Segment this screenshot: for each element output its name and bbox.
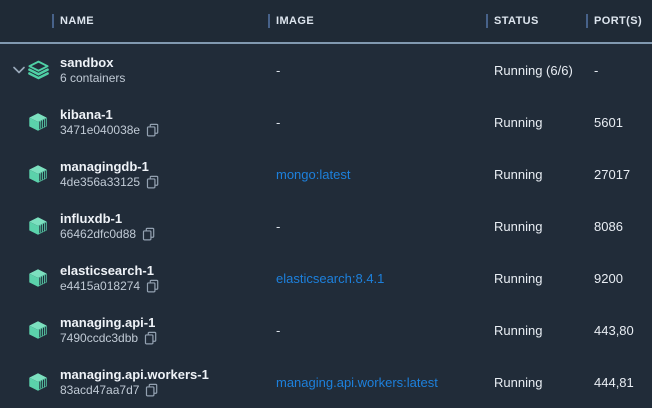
column-header-status[interactable]: STATUS bbox=[486, 14, 586, 28]
container-icon bbox=[27, 371, 49, 393]
image-link[interactable]: elasticsearch:8.4.1 bbox=[268, 271, 486, 286]
table-row[interactable]: kibana-1 3471e040038e - Running 5601 bbox=[0, 96, 652, 148]
container-id: 3471e040038e bbox=[60, 123, 140, 138]
container-icon bbox=[27, 215, 49, 237]
status-cell: Running (6/6) bbox=[486, 63, 586, 78]
ports-cell: 5601 bbox=[586, 115, 652, 130]
status-cell: Running bbox=[486, 115, 586, 130]
status-cell: Running bbox=[486, 375, 586, 390]
name-cell: kibana-1 3471e040038e bbox=[52, 107, 268, 138]
table-row[interactable]: managingdb-1 4de356a33125 mongo:latest R… bbox=[0, 148, 652, 200]
column-divider bbox=[52, 14, 54, 28]
image-link[interactable]: managing.api.workers:latest bbox=[268, 375, 486, 390]
copy-icon[interactable] bbox=[144, 331, 157, 345]
ports-cell: 8086 bbox=[586, 219, 652, 234]
row-gutter bbox=[0, 163, 52, 185]
row-gutter bbox=[0, 215, 52, 237]
column-header-name[interactable]: NAME bbox=[52, 14, 268, 28]
ports-cell: 9200 bbox=[586, 271, 652, 286]
image-cell: - bbox=[268, 115, 486, 130]
table-row[interactable]: influxdb-1 66462dfc0d88 - Running 8086 bbox=[0, 200, 652, 252]
column-header-label: STATUS bbox=[494, 15, 539, 27]
stack-icon bbox=[27, 60, 50, 81]
ports-cell: 443,80 bbox=[586, 323, 652, 338]
status-cell: Running bbox=[486, 323, 586, 338]
container-icon bbox=[27, 163, 49, 185]
container-count: 6 containers bbox=[60, 71, 268, 86]
container-id: 7490ccdc3dbb bbox=[60, 331, 138, 346]
column-header-ports[interactable]: PORT(S) bbox=[586, 14, 652, 28]
containers-table: NAME IMAGE STATUS PORT(S) bbox=[0, 0, 652, 408]
container-name[interactable]: sandbox bbox=[60, 55, 268, 70]
container-icon bbox=[27, 267, 49, 289]
copy-icon[interactable] bbox=[146, 279, 159, 293]
container-name[interactable]: managingdb-1 bbox=[60, 159, 268, 174]
status-cell: Running bbox=[486, 271, 586, 286]
row-gutter bbox=[0, 267, 52, 289]
row-gutter bbox=[0, 319, 52, 341]
table-row[interactable]: managing.api.workers-1 83acd47aa7d7 mana… bbox=[0, 356, 652, 408]
container-name[interactable]: managing.api-1 bbox=[60, 315, 268, 330]
chevron-down-icon[interactable] bbox=[13, 66, 25, 74]
row-gutter bbox=[0, 60, 52, 81]
image-link[interactable]: mongo:latest bbox=[268, 167, 486, 182]
row-gutter bbox=[0, 111, 52, 133]
column-divider bbox=[486, 14, 488, 28]
name-cell: sandbox 6 containers bbox=[52, 55, 268, 86]
column-divider bbox=[586, 14, 588, 28]
ports-cell: 444,81 bbox=[586, 375, 652, 390]
name-cell: elasticsearch-1 e4415a018274 bbox=[52, 263, 268, 294]
name-cell: managing.api.workers-1 83acd47aa7d7 bbox=[52, 367, 268, 398]
copy-icon[interactable] bbox=[146, 175, 159, 189]
column-header-label: IMAGE bbox=[276, 15, 314, 27]
name-cell: influxdb-1 66462dfc0d88 bbox=[52, 211, 268, 242]
container-icon bbox=[27, 319, 49, 341]
copy-icon[interactable] bbox=[142, 227, 155, 241]
ports-cell: 27017 bbox=[586, 167, 652, 182]
image-cell: - bbox=[268, 219, 486, 234]
name-cell: managing.api-1 7490ccdc3dbb bbox=[52, 315, 268, 346]
column-header-image[interactable]: IMAGE bbox=[268, 14, 486, 28]
column-header-label: PORT(S) bbox=[594, 15, 642, 27]
table-row[interactable]: managing.api-1 7490ccdc3dbb - Running 44… bbox=[0, 304, 652, 356]
container-name[interactable]: influxdb-1 bbox=[60, 211, 268, 226]
column-divider bbox=[268, 14, 270, 28]
container-id: 66462dfc0d88 bbox=[60, 227, 136, 242]
image-cell: - bbox=[268, 63, 486, 78]
name-cell: managingdb-1 4de356a33125 bbox=[52, 159, 268, 190]
image-cell: - bbox=[268, 323, 486, 338]
copy-icon[interactable] bbox=[146, 123, 159, 137]
container-icon bbox=[27, 111, 49, 133]
row-gutter bbox=[0, 371, 52, 393]
container-id: 4de356a33125 bbox=[60, 175, 140, 190]
status-cell: Running bbox=[486, 167, 586, 182]
column-header-label: NAME bbox=[60, 15, 94, 27]
table-header: NAME IMAGE STATUS PORT(S) bbox=[0, 0, 652, 44]
container-name[interactable]: managing.api.workers-1 bbox=[60, 367, 268, 382]
table-row[interactable]: elasticsearch-1 e4415a018274 elasticsear… bbox=[0, 252, 652, 304]
table-row[interactable]: sandbox 6 containers - Running (6/6) - bbox=[0, 44, 652, 96]
status-cell: Running bbox=[486, 219, 586, 234]
ports-cell: - bbox=[586, 63, 652, 78]
container-id: 83acd47aa7d7 bbox=[60, 383, 139, 398]
copy-icon[interactable] bbox=[145, 383, 158, 397]
container-name[interactable]: kibana-1 bbox=[60, 107, 268, 122]
container-id: e4415a018274 bbox=[60, 279, 140, 294]
container-name[interactable]: elasticsearch-1 bbox=[60, 263, 268, 278]
